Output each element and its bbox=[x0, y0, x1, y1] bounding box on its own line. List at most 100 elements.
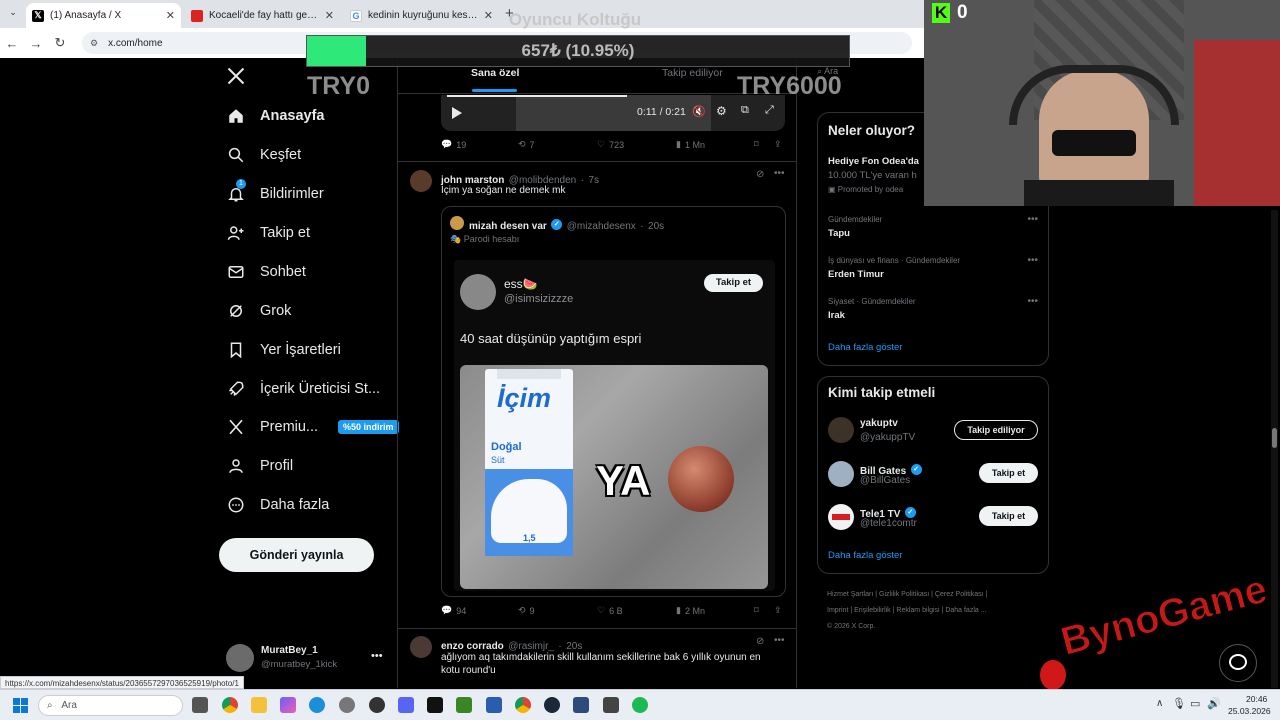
avatar[interactable] bbox=[828, 461, 854, 487]
trend-item[interactable]: Erden Timur bbox=[828, 269, 884, 280]
nav-more[interactable]: Daha fazla bbox=[226, 490, 329, 520]
tab-home[interactable]: 𝕏 (1) Anasayfa / X ✕ bbox=[26, 3, 181, 28]
reload-icon[interactable]: ↻ bbox=[48, 35, 72, 51]
follow-button[interactable]: Takip et bbox=[979, 506, 1038, 526]
chrome-alt-icon[interactable] bbox=[515, 697, 531, 713]
forward-icon[interactable]: → bbox=[24, 36, 48, 51]
repost-button[interactable]: ⟲ 7 bbox=[518, 139, 535, 150]
discord-icon[interactable] bbox=[398, 697, 414, 713]
microphone-icon[interactable]: 🎙 bbox=[1172, 697, 1186, 710]
footer-link[interactable]: Erişilebilirlik bbox=[854, 607, 891, 614]
back-icon[interactable]: ← bbox=[0, 36, 24, 51]
minecraft-icon[interactable] bbox=[456, 697, 472, 713]
show-more-link[interactable]: Daha fazla göster bbox=[828, 342, 902, 353]
footer-link[interactable]: Gizlilik Politikası bbox=[879, 591, 929, 598]
quoted-image[interactable]: ess🍉 @isimsizizzze Takip et 40 saat düşü… bbox=[454, 260, 775, 591]
site-info-icon[interactable]: ⚙ bbox=[90, 38, 98, 49]
reply-button[interactable]: 💬 94 bbox=[441, 605, 466, 616]
avatar[interactable] bbox=[828, 504, 854, 530]
app-icon[interactable] bbox=[603, 697, 619, 713]
chrome-icon[interactable] bbox=[222, 697, 238, 713]
more-dots-icon[interactable]: ••• bbox=[774, 168, 785, 179]
tab-for-you[interactable]: Sana özel bbox=[471, 67, 519, 79]
app-icon[interactable] bbox=[486, 697, 502, 713]
nav-chat[interactable]: Sohbet bbox=[226, 257, 306, 287]
clock-time[interactable]: 20:46 bbox=[1246, 694, 1267, 704]
avatar[interactable] bbox=[410, 636, 432, 658]
tab-following[interactable]: Takip ediliyor bbox=[662, 67, 723, 79]
more-dots-icon[interactable]: ••• bbox=[1027, 296, 1038, 307]
nav-bookmarks[interactable]: Yer İşaretleri bbox=[226, 335, 341, 365]
like-button[interactable]: ♡ 723 bbox=[597, 139, 624, 150]
chat-bubble-button[interactable] bbox=[1219, 644, 1257, 682]
show-more-link[interactable]: Daha fazla göster bbox=[828, 550, 902, 561]
footer-link[interactable]: Hizmet Şartları bbox=[827, 591, 873, 598]
nav-notifications[interactable]: 1 Bildirimler bbox=[226, 179, 324, 209]
task-view-icon[interactable] bbox=[192, 697, 208, 713]
nav-follow[interactable]: Takip et bbox=[226, 218, 310, 248]
tab-list-button[interactable]: ⌄ bbox=[6, 7, 20, 21]
obs-icon[interactable] bbox=[369, 697, 385, 713]
video-progress[interactable] bbox=[447, 95, 627, 97]
display-icon[interactable]: ▭ bbox=[1190, 697, 1200, 710]
grok-icon[interactable]: ⊘ bbox=[756, 636, 764, 647]
trend-item[interactable]: Tapu bbox=[828, 228, 850, 239]
nav-creator-studio[interactable]: İçerik Üreticisi St... bbox=[226, 374, 380, 404]
quoted-post[interactable]: mizah desen var ✓ @mizahdesenx · 20s 🎭 P… bbox=[441, 206, 786, 597]
edge-icon[interactable] bbox=[309, 697, 325, 713]
suggestion-name[interactable]: yakuptv bbox=[860, 418, 898, 429]
avatar[interactable] bbox=[828, 417, 854, 443]
more-dots-icon[interactable]: ••• bbox=[371, 650, 383, 662]
nav-explore[interactable]: Keşfet bbox=[226, 140, 301, 170]
windows-start-icon[interactable] bbox=[13, 698, 28, 713]
tray-chevron-icon[interactable]: ∧ bbox=[1156, 698, 1163, 709]
repost-button[interactable]: ⟲ 9 bbox=[518, 605, 535, 616]
post-time[interactable]: 7s bbox=[588, 175, 599, 186]
grok-icon[interactable]: ⊘ bbox=[756, 169, 764, 180]
share-button[interactable]: ⇪ bbox=[774, 605, 782, 616]
close-tab-icon[interactable]: ✕ bbox=[166, 9, 175, 22]
views-button[interactable]: ▮ 1 Mn bbox=[676, 139, 705, 150]
more-dots-icon[interactable]: ••• bbox=[774, 635, 785, 646]
nav-premium[interactable]: Premiu... %50 indirim bbox=[226, 412, 399, 442]
volume-icon[interactable]: 🔊 bbox=[1207, 697, 1221, 710]
app-icon[interactable] bbox=[573, 697, 589, 713]
nav-grok[interactable]: Grok bbox=[226, 296, 291, 326]
following-button[interactable]: Takip ediliyor bbox=[954, 420, 1038, 440]
play-icon[interactable] bbox=[452, 107, 462, 119]
close-tab-icon[interactable]: ✕ bbox=[325, 9, 334, 22]
clock-date[interactable]: 25.03.2026 bbox=[1228, 706, 1271, 716]
avatar[interactable] bbox=[410, 170, 432, 192]
scrollbar-thumb[interactable] bbox=[1272, 428, 1277, 448]
steam-icon[interactable] bbox=[544, 697, 560, 713]
spotify-icon[interactable] bbox=[632, 697, 648, 713]
settings-icon[interactable]: ⚙ bbox=[716, 104, 727, 118]
footer-link[interactable]: Daha fazla ... bbox=[945, 607, 986, 614]
more-dots-icon[interactable]: ••• bbox=[1027, 214, 1038, 225]
tab-news[interactable]: Kocaeli'de fay hattı geçen ilçele ✕ bbox=[185, 3, 340, 28]
account-switcher[interactable]: MuratBey_1 @muratbey_1kick ••• bbox=[226, 643, 386, 675]
post-button[interactable]: Gönderi yayınla bbox=[219, 538, 374, 572]
pip-icon[interactable]: ⧉ bbox=[741, 104, 749, 117]
bookmark-button[interactable]: ⌑ bbox=[754, 605, 759, 616]
nav-profile[interactable]: Profil bbox=[226, 451, 293, 481]
video-player[interactable]: 0:11 / 0:21 🔇 ⚙ ⧉ ⤢ bbox=[441, 95, 785, 131]
copilot-icon[interactable] bbox=[280, 697, 296, 713]
follow-button[interactable]: Takip et bbox=[979, 463, 1038, 483]
share-button[interactable]: ⇪ bbox=[774, 139, 782, 150]
fullscreen-icon[interactable]: ⤢ bbox=[765, 104, 774, 117]
settings-gear-icon[interactable] bbox=[339, 697, 355, 713]
bookmark-button[interactable]: ⌑ bbox=[754, 139, 759, 150]
footer-link[interactable]: Imprint bbox=[827, 607, 848, 614]
promo-title[interactable]: Hediye Fon Odea'da bbox=[828, 156, 919, 167]
taskbar-search[interactable]: ⌕ Ara bbox=[38, 695, 183, 716]
mute-icon[interactable]: 🔇 bbox=[692, 105, 706, 118]
file-explorer-icon[interactable] bbox=[251, 697, 267, 713]
footer-link[interactable]: Çerez Politikası bbox=[935, 591, 984, 598]
like-button[interactable]: ♡ 6 B bbox=[597, 605, 623, 616]
more-dots-icon[interactable]: ••• bbox=[1027, 255, 1038, 266]
trend-item[interactable]: Irak bbox=[828, 310, 845, 321]
nav-home[interactable]: Anasayfa bbox=[226, 101, 324, 131]
capcut-icon[interactable] bbox=[427, 697, 443, 713]
reply-button[interactable]: 💬 19 bbox=[441, 139, 466, 150]
